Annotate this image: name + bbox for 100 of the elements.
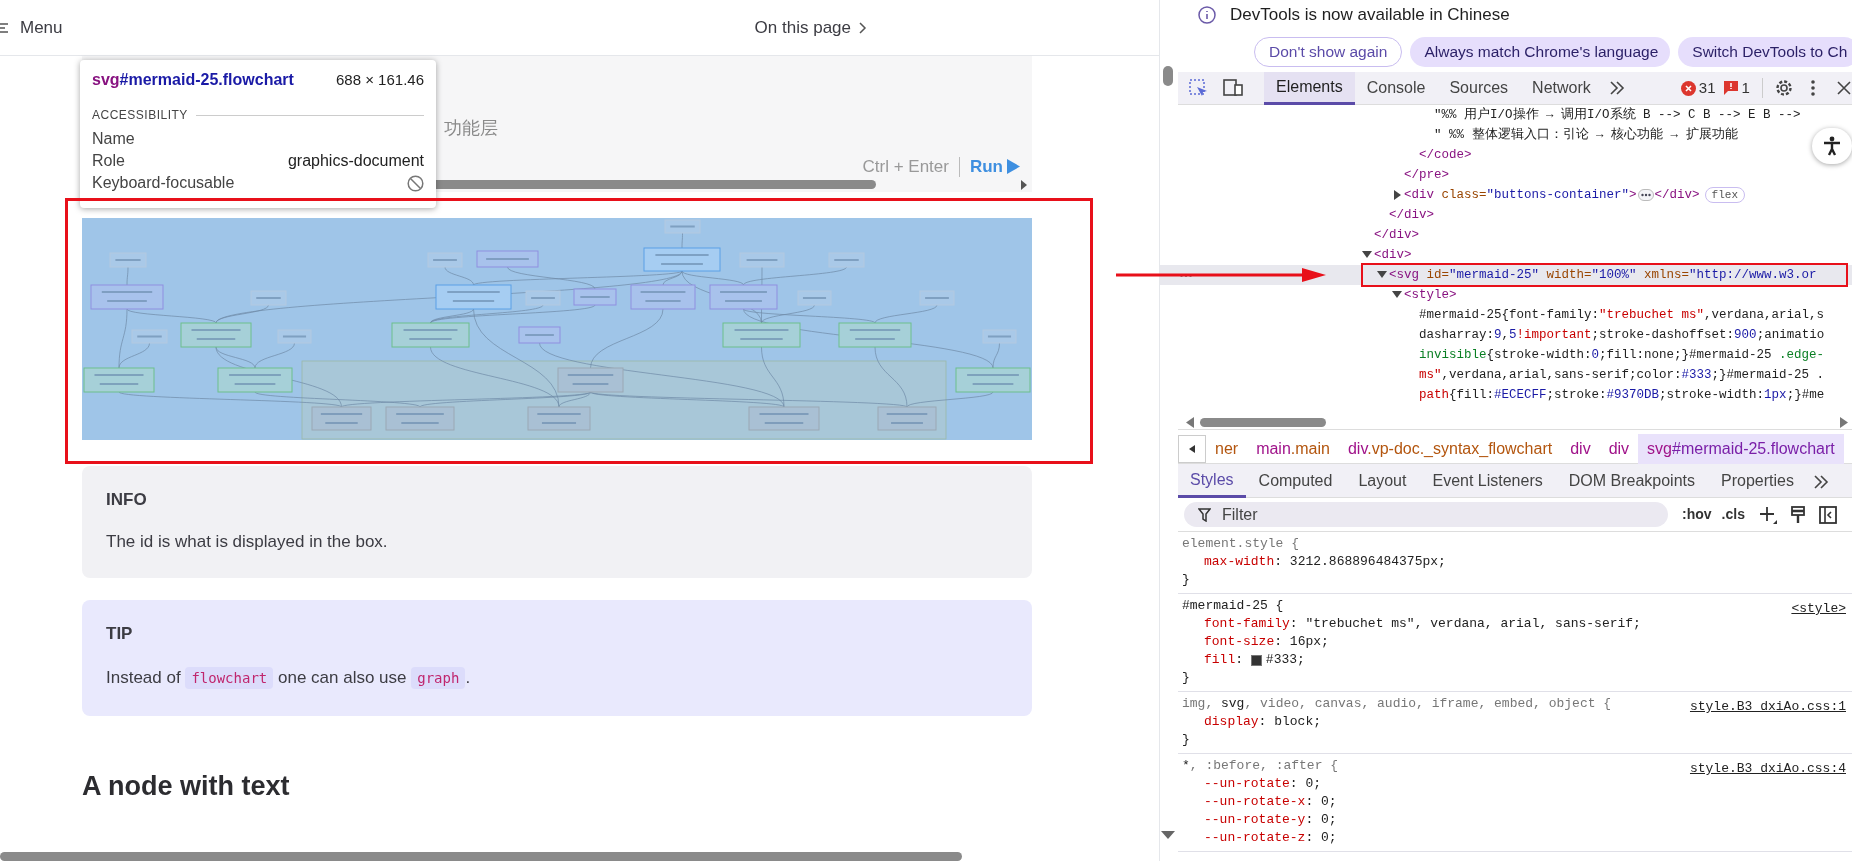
- accessibility-icon: [1823, 136, 1841, 156]
- page-scrollbar-thumb[interactable]: [0, 852, 962, 861]
- dom-tree-line[interactable]: path{fill:#ECECFF;stroke:#9370DB;stroke-width:1px;}#me: [1419, 385, 1825, 405]
- property-name: fill: [1204, 651, 1236, 669]
- property-value: "trebuchet ms", verdana, arial, sans-serif;: [1305, 615, 1641, 633]
- close-icon[interactable]: [1836, 81, 1851, 95]
- scrollbar-thumb[interactable]: [1163, 66, 1173, 86]
- property-value: #333;: [1265, 651, 1305, 669]
- selector-text: *: [1182, 758, 1190, 773]
- panel-tab[interactable]: Sources: [1437, 71, 1521, 105]
- sidebar-tab[interactable]: Properties: [1708, 464, 1807, 498]
- code-token: id=: [1425, 266, 1450, 284]
- dom-tree-line[interactable]: <div class="buttons-container"> </div> flex: [1404, 185, 1745, 205]
- dom-tree-line[interactable]: <div>: [1374, 245, 1412, 265]
- dom-tree-line[interactable]: invisible{stroke-width:0;fill:none;}#mermaid-25 .edge-: [1419, 345, 1825, 365]
- source-link[interactable]: style.B3_dxiAo.css:1: [1689, 698, 1846, 716]
- code-token: .edge-: [1779, 346, 1825, 364]
- error-count[interactable]: 31: [1698, 76, 1716, 100]
- menu-link[interactable]: Menu: [20, 14, 63, 41]
- scroll-breadcrumbs-button[interactable]: [1178, 434, 1206, 463]
- dom-tree-line[interactable]: #mermaid-25{font-family:"trebuchet ms",verdana,arial,s: [1419, 305, 1825, 325]
- play-icon: [1007, 159, 1020, 175]
- sidebar-tab[interactable]: Computed: [1245, 464, 1346, 498]
- color-swatch[interactable]: [1250, 654, 1262, 666]
- code-line: 功能层: [444, 117, 498, 138]
- source-link[interactable]: <style>: [1791, 600, 1846, 618]
- scroll-right-icon[interactable]: [1840, 417, 1848, 428]
- scrollbar-thumb[interactable]: [1200, 418, 1326, 427]
- sidebar-tab[interactable]: Event Listeners: [1419, 464, 1556, 498]
- selector-text: , video, canvas, audio, iframe, embed, object {: [1244, 696, 1612, 711]
- breadcrumb[interactable]: main.main: [1247, 433, 1339, 464]
- scroll-left-icon[interactable]: [1186, 417, 1194, 428]
- element-tag: svg: [92, 71, 120, 88]
- dom-tree-line[interactable]: </code>: [1419, 145, 1472, 165]
- source-link[interactable]: style.B3_dxiAo.css:4: [1689, 760, 1846, 778]
- issue-count[interactable]: 1: [1741, 76, 1750, 100]
- element-selector: #mermaid-25.flowchart: [119, 71, 294, 88]
- selector-text: #mermaid-25 {: [1182, 598, 1284, 613]
- property-separator: :: [1274, 553, 1284, 571]
- sidebar-tab[interactable]: Layout: [1345, 464, 1420, 498]
- dom-tree-line[interactable]: ms",verdana,arial,sans-serif;color:#333;}#mermaid-25 .: [1419, 365, 1825, 385]
- notice-button[interactable]: Switch DevTools to Ch: [1678, 36, 1852, 67]
- breadcrumb[interactable]: div.vp-doc._syntax_flowchart: [1338, 433, 1562, 464]
- code-token: ;}#me: [1786, 386, 1825, 404]
- class-toggle[interactable]: .cls: [1721, 504, 1745, 525]
- more-tabs-icon[interactable]: [1812, 475, 1829, 489]
- code-token: ;animatio: [1756, 326, 1825, 344]
- dom-tree-line[interactable]: dasharray:9,5!important;stroke-dashoffset:900;animatio: [1419, 325, 1825, 345]
- code-token: <svg: [1389, 266, 1419, 284]
- code-token: <div: [1404, 186, 1434, 204]
- error-icon[interactable]: [1680, 80, 1696, 96]
- breadcrumb[interactable]: div: [1599, 433, 1639, 464]
- device-icon[interactable]: [1222, 78, 1244, 98]
- notice-button[interactable]: Don't show again: [1254, 36, 1403, 67]
- filter-field[interactable]: Filter: [1184, 502, 1668, 527]
- issue-flag-icon[interactable]: [1724, 81, 1739, 95]
- hover-state-toggle[interactable]: :hov: [1682, 504, 1712, 525]
- dom-tree-line[interactable]: " %% 整体逻辑入口：引论 → 核心功能 → 扩展功能: [1434, 125, 1738, 145]
- property-name: max-width: [1204, 553, 1275, 571]
- breadcrumb[interactable]: svg#mermaid-25.flowchart: [1638, 433, 1844, 464]
- collapse-icon[interactable]: [1161, 831, 1175, 839]
- panel-tab[interactable]: Elements: [1264, 71, 1355, 105]
- row-value: graphics-document: [287, 151, 424, 171]
- property-value: 0;: [1321, 793, 1337, 811]
- collapsed-content-icon[interactable]: [1637, 189, 1654, 201]
- collapsed-caret-icon[interactable]: [1392, 190, 1402, 200]
- property-name: --un-rotate-x: [1204, 793, 1306, 811]
- property-name: font-family: [1204, 615, 1290, 633]
- sidebar-tab[interactable]: Styles: [1178, 464, 1246, 498]
- scroll-right-icon[interactable]: [1020, 180, 1028, 190]
- element-size: 688 × 161.46: [336, 69, 424, 90]
- add-rule-icon[interactable]: [1758, 505, 1777, 524]
- panel-tab[interactable]: Console: [1354, 71, 1438, 105]
- breadcrumb[interactable]: ner: [1206, 433, 1248, 464]
- more-tabs-icon[interactable]: [1608, 81, 1625, 95]
- dom-tree-line[interactable]: </div>: [1374, 225, 1419, 245]
- more-options-icon[interactable]: [1810, 80, 1815, 96]
- settings-icon[interactable]: [1774, 79, 1793, 97]
- accessibility-button[interactable]: [1812, 128, 1852, 164]
- outline-link[interactable]: On this page: [754, 14, 851, 41]
- paint-brush-icon[interactable]: [1790, 505, 1805, 524]
- dom-tree-line[interactable]: <style>: [1404, 285, 1457, 305]
- sidebar-toggle-icon[interactable]: [1818, 505, 1837, 524]
- dom-tree-line[interactable]: </pre>: [1404, 165, 1449, 185]
- menu-icon[interactable]: [0, 21, 10, 34]
- breadcrumb[interactable]: div: [1561, 433, 1600, 464]
- tip-title: TIP: [106, 623, 134, 645]
- sidebar-tab[interactable]: DOM Breakpoints: [1555, 464, 1708, 498]
- code-token: 9: [1494, 326, 1502, 344]
- expanded-caret-icon[interactable]: [1362, 250, 1372, 260]
- expanded-caret-icon[interactable]: [1377, 270, 1387, 280]
- code-token: 900: [1734, 326, 1757, 344]
- expanded-caret-icon[interactable]: [1392, 290, 1402, 300]
- property-separator: :: [1305, 829, 1315, 847]
- dom-tree-line[interactable]: "%% 用户I/O操作 → 调用I/O系统 B --> C B --> E B -->: [1434, 105, 1801, 125]
- panel-tab[interactable]: Network: [1520, 71, 1603, 105]
- property-value: 3212.868896484375px;: [1289, 553, 1446, 571]
- notice-button[interactable]: Always match Chrome's language: [1410, 36, 1671, 67]
- dom-tree-line[interactable]: </div>: [1389, 205, 1434, 225]
- info-title: INFO: [106, 489, 148, 511]
